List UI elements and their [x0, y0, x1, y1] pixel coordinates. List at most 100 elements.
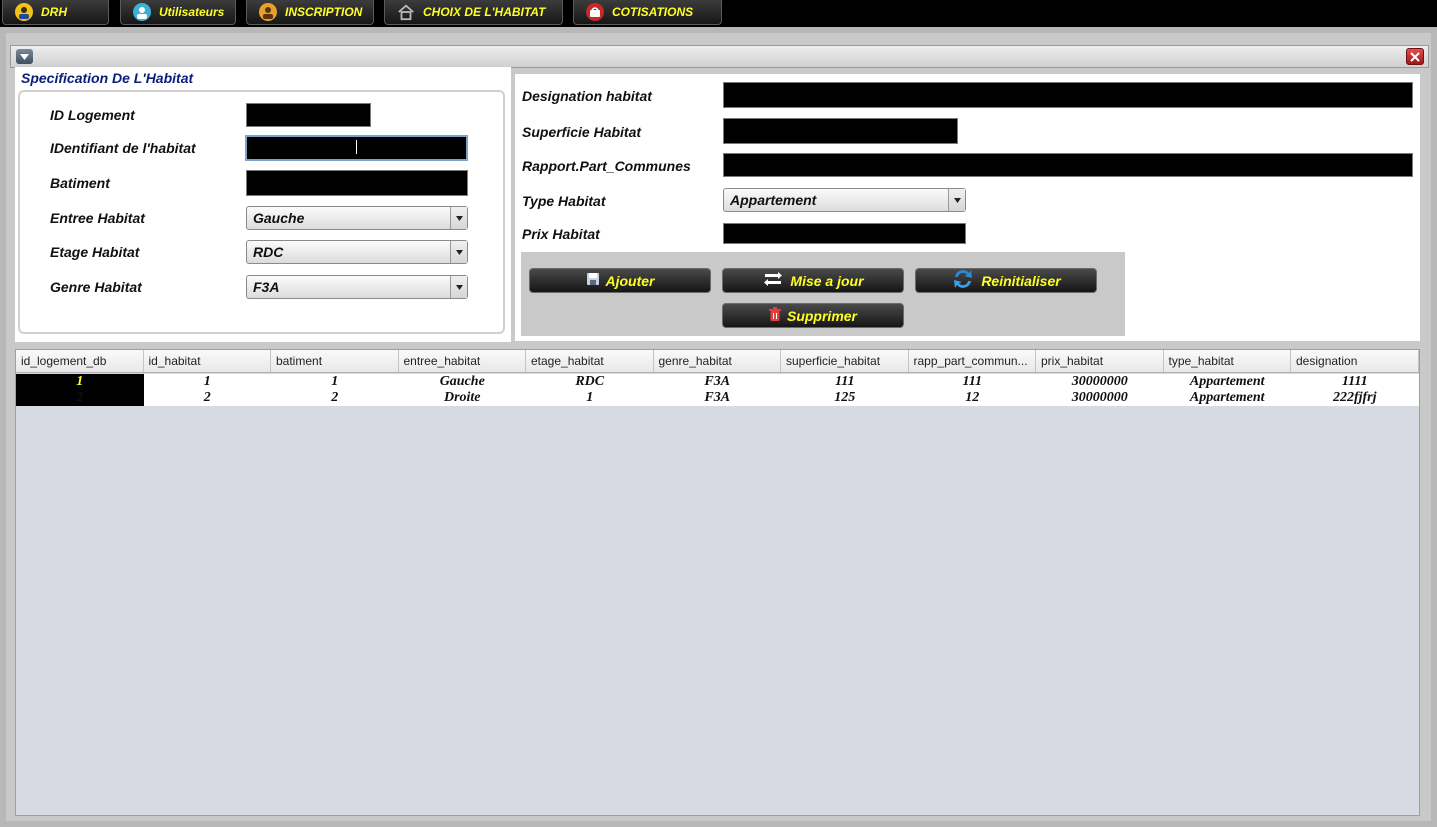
- text-caret: [356, 140, 357, 154]
- identifiant-habitat-label: IDentifiant de l'habitat: [50, 140, 196, 156]
- table-header: id_logement_db id_habitat batiment entre…: [16, 350, 1419, 373]
- col-header[interactable]: entree_habitat: [399, 350, 526, 372]
- table-cell[interactable]: 1: [144, 374, 272, 390]
- table-cell[interactable]: 30000000: [1036, 390, 1164, 406]
- nav-utilisateurs-label: Utilisateurs: [159, 5, 225, 19]
- table-cell[interactable]: Gauche: [399, 374, 527, 390]
- genre-habitat-select[interactable]: F3A: [246, 275, 468, 299]
- dropdown-arrow-icon[interactable]: [948, 189, 965, 211]
- table-row[interactable]: 2 2 2 Droite 1 F3A 125 12 30000000 Appar…: [16, 390, 1419, 406]
- user-icon: [133, 3, 151, 21]
- type-habitat-label: Type Habitat: [522, 193, 606, 209]
- batiment-label: Batiment: [50, 175, 110, 191]
- rapport-field[interactable]: [723, 153, 1413, 177]
- col-header[interactable]: genre_habitat: [654, 350, 781, 372]
- ajouter-label: Ajouter: [605, 272, 655, 289]
- nav-inscription-label: INSCRIPTION: [285, 5, 363, 19]
- house-icon: [397, 3, 415, 21]
- top-nav-bar: DRH Utilisateurs INSCRIPTION CHOIX DE L'…: [0, 0, 1437, 27]
- etage-habitat-label: Etage Habitat: [50, 244, 140, 260]
- rapport-label: Rapport.Part_Communes: [522, 158, 691, 174]
- action-buttons-area: Ajouter Mise a jour Reinitialiser Suppri…: [521, 252, 1125, 336]
- inscription-user-icon: [259, 3, 277, 21]
- genre-habitat-value: F3A: [253, 279, 280, 295]
- designation-field[interactable]: [723, 82, 1413, 108]
- frame-title-bar: [10, 45, 1429, 68]
- table-cell[interactable]: 2: [16, 390, 144, 406]
- identifiant-habitat-field[interactable]: [245, 135, 468, 161]
- table-cell[interactable]: Appartement: [1164, 390, 1292, 406]
- nav-drh-button[interactable]: DRH: [2, 0, 109, 25]
- details-panel: Designation habitat Superficie Habitat R…: [515, 74, 1420, 341]
- dropdown-arrow-icon[interactable]: [450, 276, 467, 298]
- nav-drh-label: DRH: [41, 5, 67, 19]
- ajouter-button[interactable]: Ajouter: [529, 268, 711, 293]
- table-cell[interactable]: 1: [526, 390, 654, 406]
- etage-habitat-value: RDC: [253, 244, 284, 260]
- entree-habitat-select[interactable]: Gauche: [246, 206, 468, 230]
- table-cell[interactable]: 1: [271, 374, 399, 390]
- table-cell[interactable]: 12: [909, 390, 1037, 406]
- habitat-table[interactable]: id_logement_db id_habitat batiment entre…: [15, 349, 1420, 816]
- user-drh-icon: [15, 3, 33, 21]
- table-cell[interactable]: 222fjfrj: [1291, 390, 1419, 406]
- table-cell[interactable]: 111: [781, 374, 909, 390]
- supprimer-button[interactable]: Supprimer: [722, 303, 904, 328]
- prix-habitat-field[interactable]: [723, 223, 966, 244]
- superficie-field[interactable]: [723, 118, 958, 144]
- menu-arrow-icon[interactable]: [16, 49, 33, 64]
- table-cell[interactable]: 125: [781, 390, 909, 406]
- type-habitat-select[interactable]: Appartement: [723, 188, 966, 212]
- table-cell[interactable]: Droite: [399, 390, 527, 406]
- prix-habitat-label: Prix Habitat: [522, 226, 600, 242]
- mise-a-jour-label: Mise a jour: [790, 272, 864, 289]
- col-header[interactable]: id_habitat: [144, 350, 271, 372]
- table-cell[interactable]: F3A: [654, 374, 782, 390]
- genre-habitat-label: Genre Habitat: [50, 279, 142, 295]
- id-logement-field[interactable]: [246, 103, 371, 127]
- dropdown-arrow-icon[interactable]: [450, 207, 467, 229]
- save-icon: [586, 272, 600, 289]
- spec-title: Specification De L'Habitat: [21, 70, 194, 86]
- col-header[interactable]: superficie_habitat: [781, 350, 909, 372]
- dropdown-arrow-icon[interactable]: [450, 241, 467, 263]
- table-cell[interactable]: F3A: [654, 390, 782, 406]
- col-header[interactable]: etage_habitat: [526, 350, 654, 372]
- nav-cotisations-button[interactable]: COTISATIONS: [573, 0, 722, 25]
- spec-panel: Specification De L'Habitat ID Logement I…: [15, 67, 511, 342]
- close-icon[interactable]: [1406, 48, 1424, 65]
- reset-icon: [951, 267, 975, 294]
- col-header[interactable]: batiment: [271, 350, 399, 372]
- nav-inscription-button[interactable]: INSCRIPTION: [246, 0, 374, 25]
- reinitialiser-button[interactable]: Reinitialiser: [915, 268, 1097, 293]
- id-logement-label: ID Logement: [50, 107, 135, 123]
- nav-utilisateurs-button[interactable]: Utilisateurs: [120, 0, 236, 25]
- nav-cotisations-label: COTISATIONS: [612, 5, 694, 19]
- entree-habitat-value: Gauche: [253, 210, 305, 226]
- designation-label: Designation habitat: [522, 88, 652, 104]
- col-header[interactable]: type_habitat: [1164, 350, 1291, 372]
- mise-a-jour-button[interactable]: Mise a jour: [722, 268, 904, 293]
- table-cell[interactable]: 2: [271, 390, 399, 406]
- batiment-field[interactable]: [246, 170, 468, 196]
- table-cell[interactable]: 1: [16, 374, 144, 390]
- col-header[interactable]: id_logement_db: [16, 350, 144, 372]
- table-cell[interactable]: 1111: [1291, 374, 1419, 390]
- table-cell[interactable]: 30000000: [1036, 374, 1164, 390]
- col-header[interactable]: prix_habitat: [1036, 350, 1164, 372]
- col-header[interactable]: designation: [1291, 350, 1419, 372]
- supprimer-label: Supprimer: [786, 307, 857, 324]
- trash-icon: [768, 307, 781, 324]
- table-cell[interactable]: 2: [144, 390, 272, 406]
- table-cell[interactable]: 111: [909, 374, 1037, 390]
- col-header[interactable]: rapp_part_commun...: [909, 350, 1036, 372]
- superficie-label: Superficie Habitat: [522, 124, 642, 140]
- etage-habitat-select[interactable]: RDC: [246, 240, 468, 264]
- entree-habitat-label: Entree Habitat: [50, 210, 145, 226]
- table-row[interactable]: 1 1 1 Gauche RDC F3A 111 111 30000000 Ap…: [16, 374, 1419, 390]
- reinitialiser-label: Reinitialiser: [981, 272, 1061, 289]
- table-cell[interactable]: Appartement: [1164, 374, 1292, 390]
- table-cell[interactable]: RDC: [526, 374, 654, 390]
- cotisations-basket-icon: [586, 3, 604, 21]
- nav-choix-habitat-button[interactable]: CHOIX DE L'HABITAT: [384, 0, 563, 25]
